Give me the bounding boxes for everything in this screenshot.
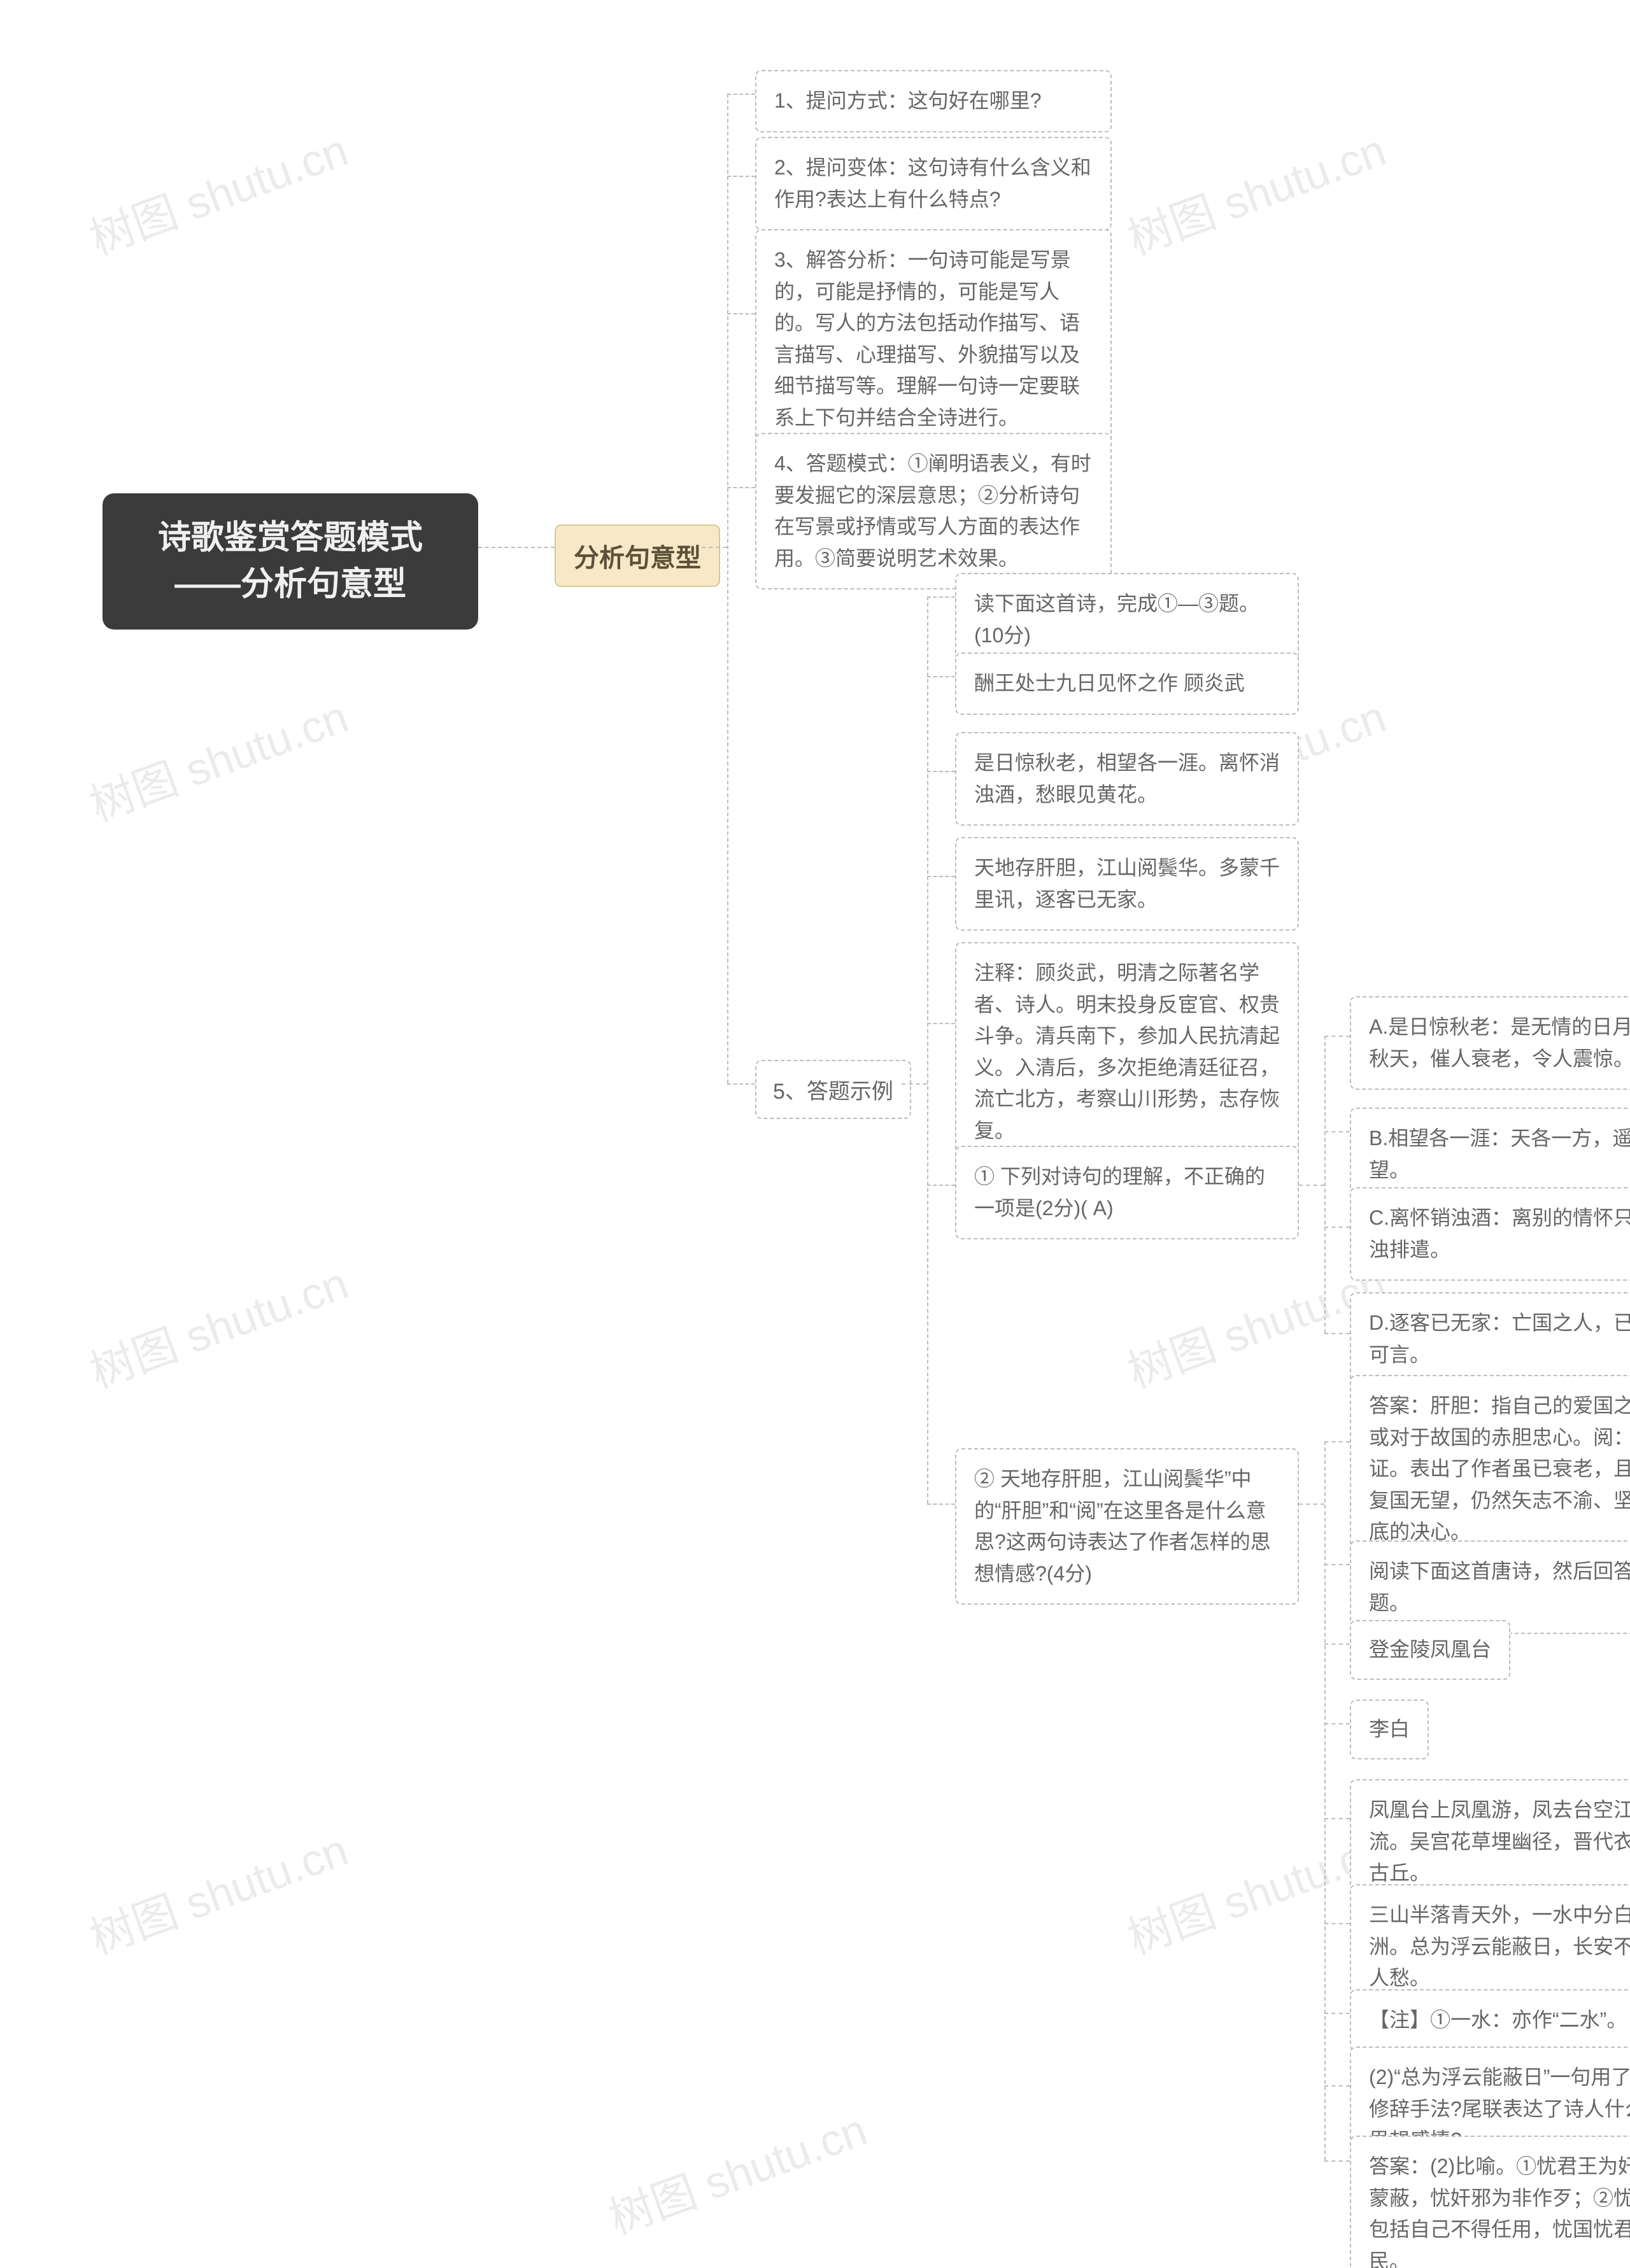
node-5d: 天地存肝胆，江山阅鬓华。多蒙千里讯，逐客已无家。: [955, 837, 1299, 931]
connector: [727, 1083, 755, 1085]
connector: [1324, 1644, 1350, 1645]
connector: [902, 1083, 927, 1085]
node-q1a: A.是日惊秋老：是无情的日月送来秋天，催人衰老，令人震惊。: [1350, 996, 1630, 1090]
node-2: 2、提问变体：这句诗有什么含义和作用?表达上有什么特点?: [755, 137, 1112, 230]
node-q2a: 答案：肝胆：指自己的爱国之志，或对于故国的赤胆忠心。阅：见证。表出了作者虽已衰老…: [1350, 1375, 1630, 1563]
connector: [1299, 1185, 1324, 1186]
node-q2c: 登金陵凤凰台: [1350, 1620, 1510, 1680]
connector: [927, 876, 955, 877]
connector: [927, 1504, 955, 1505]
connector: [927, 596, 955, 598]
connector: [927, 676, 955, 677]
watermark: 树图 shutu.cn: [80, 1248, 356, 1401]
connector: [1324, 1723, 1350, 1724]
connector: [1324, 1441, 1326, 2160]
node-1: 1、提问方式：这句好在哪里?: [755, 70, 1112, 132]
connector: [1324, 1227, 1350, 1228]
connector: [727, 176, 755, 177]
connector: [478, 547, 555, 548]
connector: [927, 1185, 955, 1186]
watermark: 树图 shutu.cn: [80, 115, 356, 268]
connector: [727, 313, 755, 314]
connector: [1324, 1923, 1350, 1924]
connector: [1324, 1036, 1326, 1333]
connector: [727, 487, 755, 488]
connector: [1324, 1818, 1350, 1819]
connector: [1299, 1504, 1324, 1505]
node-3: 3、解答分析：一句诗可能是写景的，可能是抒情的，可能是写人的。写人的方法包括动作…: [755, 229, 1112, 449]
node-q2g: 【注】①一水：亦作“二水”。: [1350, 1989, 1630, 2052]
node-5c: 是日惊秋老，相望各一涯。离怀消浊酒，愁眼见黄花。: [955, 732, 1299, 826]
watermark: 树图 shutu.cn: [599, 2095, 875, 2248]
node-4: 4、答题模式：①阐明语表义，有时要发掘它的深层意思；②分析诗句在写景或抒情或写人…: [755, 433, 1112, 589]
watermark: 树图 shutu.cn: [80, 1815, 356, 1968]
node-q1d: D.逐客已无家：亡国之人，已无家可言。: [1350, 1292, 1630, 1386]
node-q2-label: ② 天地存肝胆，江山阅鬓华”中的“肝胆”和“阅”在这里各是什么意思?这两句诗表达…: [955, 1448, 1299, 1605]
watermark: 树图 shutu.cn: [80, 682, 356, 835]
node-q1-label: ① 下列对诗句的理解，不正确的一项是(2分)( A): [955, 1146, 1299, 1239]
node-q1c: C.离怀销浊酒：离别的情怀只能借浊排遣。: [1350, 1187, 1630, 1281]
connector: [1324, 1333, 1350, 1334]
connector: [1324, 1036, 1350, 1037]
root-node: 诗歌鉴赏答题模式——分析句意型: [103, 493, 478, 630]
connector: [702, 547, 727, 548]
connector: [727, 94, 728, 1083]
connector: [927, 596, 928, 1504]
node-5e: 注释：顾炎武，明清之际著名学者、诗人。明末投身反宦官、权贵斗争。清兵南下，参加人…: [955, 942, 1299, 1162]
node-5b: 酬王处士九日见怀之作 顾炎武: [955, 652, 1299, 715]
connector: [927, 1023, 955, 1024]
connector: [1324, 1441, 1350, 1442]
level2-node: 分析句意型: [555, 525, 720, 587]
connector: [1324, 2085, 1350, 2087]
connector: [927, 771, 955, 772]
watermark: 树图 shutu.cn: [1118, 115, 1394, 268]
connector: [1324, 1564, 1350, 1565]
node-q2d: 李白: [1350, 1700, 1429, 1759]
connector: [1324, 1131, 1350, 1132]
connector: [1324, 2013, 1350, 2014]
connector: [1324, 2160, 1350, 2162]
node-q2i: 答案：(2)比喻。①忧君王为奸邪所蒙蔽，忧奸邪为非作歹；②忧贤者包括自己不得任用…: [1350, 2136, 1630, 2268]
node-5-label: 5、答题示例: [755, 1060, 911, 1119]
connector: [727, 94, 755, 95]
